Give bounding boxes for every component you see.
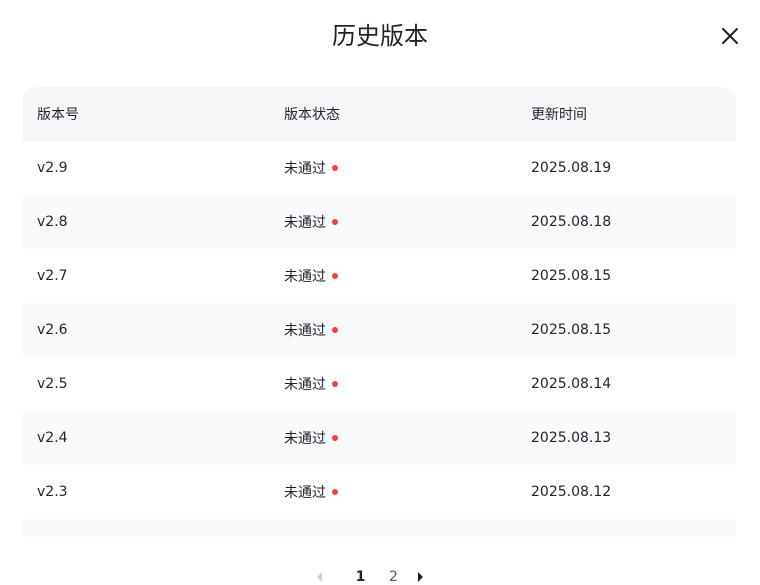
updated-cell: 2025.08.12 xyxy=(531,484,612,500)
status-dot-icon xyxy=(332,219,338,225)
dialog-title: 历史版本 xyxy=(332,22,428,50)
status-dot-icon xyxy=(332,327,338,333)
history-versions-dialog: 历史版本 版本号 版本状态 更新时间 v2.9 未通过 2025.08.19 v… xyxy=(0,0,760,585)
version-cell: v2.5 xyxy=(37,376,68,392)
updated-cell: 2025.08.14 xyxy=(531,376,612,392)
updated-cell: 2025.08.15 xyxy=(531,322,612,338)
table-row: v2.7 未通过 2025.08.15 xyxy=(22,249,736,303)
updated-cell: 2025.08.18 xyxy=(531,214,612,230)
status-dot-icon xyxy=(332,381,338,387)
version-cell: v2.8 xyxy=(37,214,68,230)
table-row: v2.9 未通过 2025.08.19 xyxy=(22,141,736,195)
status-dot-icon xyxy=(332,435,338,441)
version-table: 版本号 版本状态 更新时间 v2.9 未通过 2025.08.19 v2.8 未… xyxy=(22,87,736,537)
version-cell: v2.6 xyxy=(37,322,68,338)
updated-cell: 2025.08.13 xyxy=(531,430,612,446)
header-status: 版本状态 xyxy=(284,107,340,123)
table-row: v2.4 未通过 2025.08.13 xyxy=(22,411,736,465)
page-2[interactable]: 2 xyxy=(377,569,410,585)
version-cell: v2.3 xyxy=(37,484,68,500)
status-cell: 未通过 xyxy=(284,269,326,285)
status-cell: 未通过 xyxy=(284,323,326,339)
header-updated: 更新时间 xyxy=(531,107,587,123)
table-row-partial xyxy=(22,519,736,537)
status-cell: 未通过 xyxy=(284,431,326,447)
status-dot-icon xyxy=(332,273,338,279)
status-cell: 未通过 xyxy=(284,377,326,393)
close-icon[interactable] xyxy=(720,26,740,46)
status-dot-icon xyxy=(332,165,338,171)
table-row: v2.3 未通过 2025.08.12 xyxy=(22,465,736,519)
table-row: v2.6 未通过 2025.08.15 xyxy=(22,303,736,357)
updated-cell: 2025.08.19 xyxy=(531,160,612,176)
status-cell: 未通过 xyxy=(284,215,326,231)
page-1[interactable]: 1 xyxy=(344,569,377,585)
status-dot-icon xyxy=(332,489,338,495)
updated-cell: 2025.08.15 xyxy=(531,268,612,284)
status-cell: 未通过 xyxy=(284,485,326,501)
pagination: 1 2 xyxy=(310,567,430,585)
status-cell: 未通过 xyxy=(284,161,326,177)
table-row: v2.5 未通过 2025.08.14 xyxy=(22,357,736,411)
version-cell: v2.4 xyxy=(37,430,68,446)
table-header: 版本号 版本状态 更新时间 xyxy=(22,87,736,141)
next-page-icon[interactable] xyxy=(410,567,430,585)
table-row: v2.8 未通过 2025.08.18 xyxy=(22,195,736,249)
prev-page-icon[interactable] xyxy=(310,567,330,585)
version-cell: v2.7 xyxy=(37,268,68,284)
header-version: 版本号 xyxy=(37,107,79,123)
version-cell: v2.9 xyxy=(37,160,68,176)
